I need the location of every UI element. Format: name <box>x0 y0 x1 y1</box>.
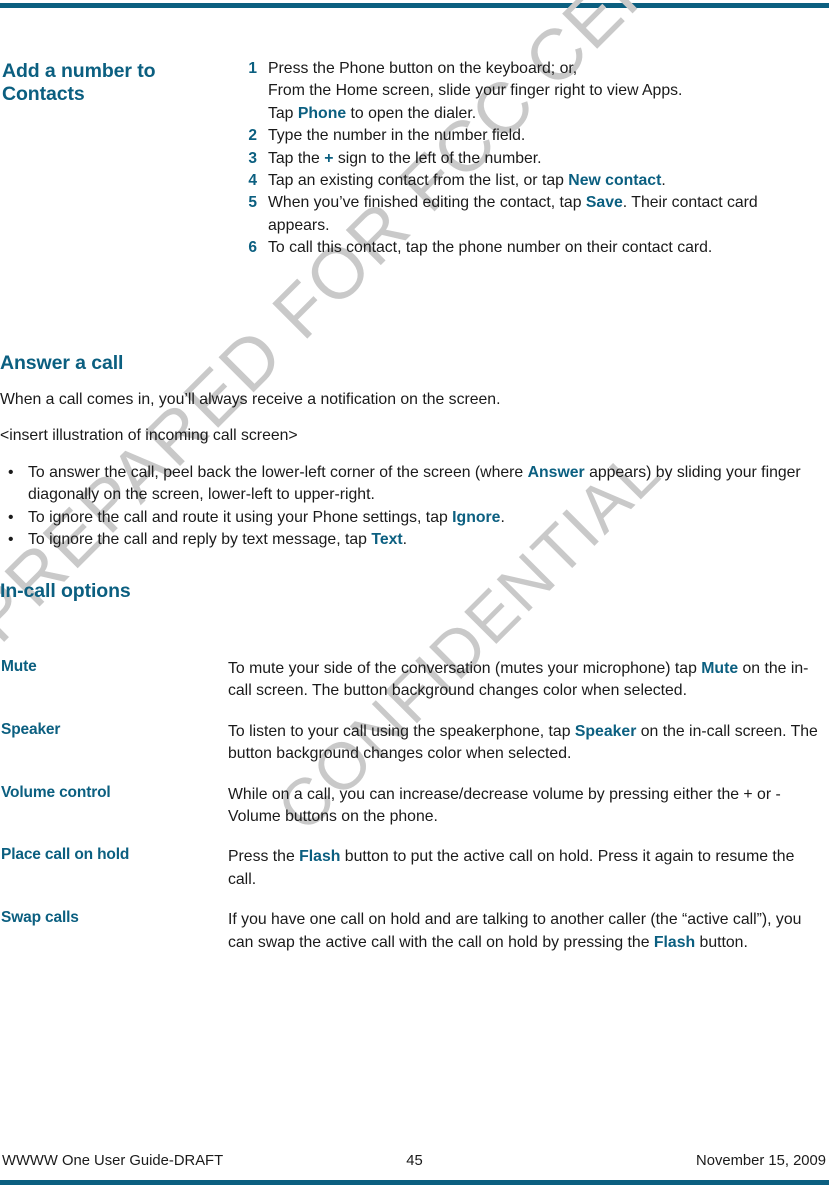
ui-keyword: Answer <box>527 463 585 481</box>
ui-keyword: Flash <box>653 933 696 951</box>
bullet-icon: • <box>8 508 14 526</box>
text-run: To answer the call, peel back the lower-… <box>28 463 528 481</box>
option-description: While on a call, you can increase/decrea… <box>228 784 818 829</box>
bullet-icon: • <box>8 463 14 481</box>
list-item-text: To answer the call, peel back the lower-… <box>28 464 801 503</box>
option-description: To mute your side of the conversation (m… <box>228 658 818 703</box>
text-run: When you’ve finished editing the contact… <box>268 194 586 212</box>
option-row: Volume control While on a call, you can i… <box>0 784 829 829</box>
procedure-step: 6 To call this contact, tap the phone num… <box>240 237 815 259</box>
procedure-step-list: 1 Press the Phone button on the keyboard;… <box>240 58 815 260</box>
option-term: Speaker <box>1 720 61 738</box>
option-row: Swap calls If you have one call on hold a… <box>0 909 829 954</box>
text-run: button. <box>695 933 748 951</box>
text-run: . <box>661 172 666 190</box>
step-number: 6 <box>248 239 257 257</box>
option-term: Mute <box>1 658 37 675</box>
footer-date: November 15, 2009 <box>696 1153 826 1169</box>
procedure-heading: Add a number to Contacts <box>2 60 156 105</box>
option-term: Place call on hold <box>1 846 130 864</box>
option-description: To listen to your call using the speaker… <box>228 721 818 766</box>
step-text: Type the number in the number field. <box>268 125 815 147</box>
step-number: 4 <box>248 172 257 190</box>
ui-keyword: Mute <box>701 660 739 677</box>
procedure-step: 3 Tap the + sign to the left of the numbe… <box>240 148 815 170</box>
in-call-options-list: Mute To mute your side of the conversatio… <box>0 658 829 972</box>
step-number: 3 <box>248 149 257 167</box>
option-description: Press the Flash button to put the active… <box>228 846 818 891</box>
page-top-rule <box>0 3 829 8</box>
option-term: Volume control <box>1 783 111 801</box>
illustration-placeholder-note: <insert illustration of incoming call sc… <box>0 427 298 445</box>
answer-a-call-section: Answer a call When a call comes in, you’… <box>0 352 829 551</box>
page-footer: WWWW One User Guide-DRAFT 45 November 15… <box>0 1153 829 1175</box>
step-number: 2 <box>248 127 257 145</box>
ui-keyword: Phone <box>297 104 347 122</box>
text-run: Press the <box>228 848 300 866</box>
answer-bullet-list: • To answer the call, peel back the lower… <box>0 462 829 552</box>
text-run: . <box>500 508 505 526</box>
page-bottom-rule <box>0 1180 829 1185</box>
procedure-step: 2 Type the number in the number field. <box>240 125 815 147</box>
list-item: • To answer the call, peel back the lower… <box>0 462 829 507</box>
bullet-icon: • <box>8 531 14 549</box>
incall-section-heading: In-call options <box>0 580 131 602</box>
answer-section-intro: When a call comes in, you’ll always rece… <box>0 391 501 408</box>
step-text: To call this contact, tap the phone numb… <box>268 237 815 259</box>
ui-keyword: Ignore <box>452 508 501 526</box>
text-run: Tap <box>268 104 298 122</box>
option-row: Speaker To listen to your call using the … <box>0 721 829 766</box>
text-run: sign to the left of the number. <box>333 149 542 167</box>
list-item-text: To ignore the call and reply by text mes… <box>28 531 407 548</box>
procedure-step: 4 Tap an existing contact from the list, … <box>240 170 815 192</box>
text-run: . <box>402 531 408 549</box>
text-run: To call this contact, tap the phone numb… <box>268 239 713 257</box>
text-run: Press the Phone button on the keyboard; … <box>268 60 578 77</box>
ui-keyword: Speaker <box>574 722 637 740</box>
step-text: Press the Phone button on the keyboard; … <box>268 58 815 125</box>
step-text: Tap an existing contact from the list, o… <box>268 170 815 192</box>
text-run: Tap an existing contact from the list, o… <box>268 172 569 190</box>
text-run: To listen to your call using the speaker… <box>228 722 575 740</box>
option-term: Swap calls <box>1 909 79 927</box>
text-run: While on a call, you can increase/decrea… <box>228 785 781 826</box>
procedure-step: 5 When you’ve finished editing the contac… <box>240 192 815 237</box>
ui-keyword: Flash <box>299 848 341 866</box>
option-row: Place call on hold Press the Flash button… <box>0 846 829 891</box>
ui-keyword: Text <box>371 531 403 549</box>
text-run: To mute your side of the conversation (m… <box>228 660 702 677</box>
step-text: When you’ve finished editing the contact… <box>268 192 815 237</box>
step-text: Tap the + sign to the left of the number… <box>268 148 815 170</box>
procedure-step: 1 Press the Phone button on the keyboard;… <box>240 58 815 125</box>
ui-keyword: New contact <box>568 172 662 190</box>
text-run: Tap the <box>268 149 325 167</box>
text-run: From the Home screen, slide your finger … <box>268 82 683 100</box>
text-run: To ignore the call and reply by text mes… <box>28 531 372 549</box>
list-item-text: To ignore the call and route it using yo… <box>28 509 505 526</box>
answer-section-heading: Answer a call <box>0 352 124 374</box>
option-row: Mute To mute your side of the conversatio… <box>0 658 829 703</box>
in-call-options-section: In-call options Mute To mute your side of… <box>0 580 829 951</box>
list-item: • To ignore the call and reply by text me… <box>0 529 829 551</box>
step-number: 5 <box>248 194 257 212</box>
option-description: If you have one call on hold and are tal… <box>228 909 818 954</box>
text-run: Type the number in the number field. <box>268 127 526 145</box>
list-item: • To ignore the call and route it using y… <box>0 507 829 529</box>
step-number: 1 <box>248 60 257 77</box>
text-run: to open the dialer. <box>346 104 477 122</box>
ui-keyword: Save <box>585 194 623 212</box>
text-run: To ignore the call and route it using yo… <box>28 508 453 526</box>
